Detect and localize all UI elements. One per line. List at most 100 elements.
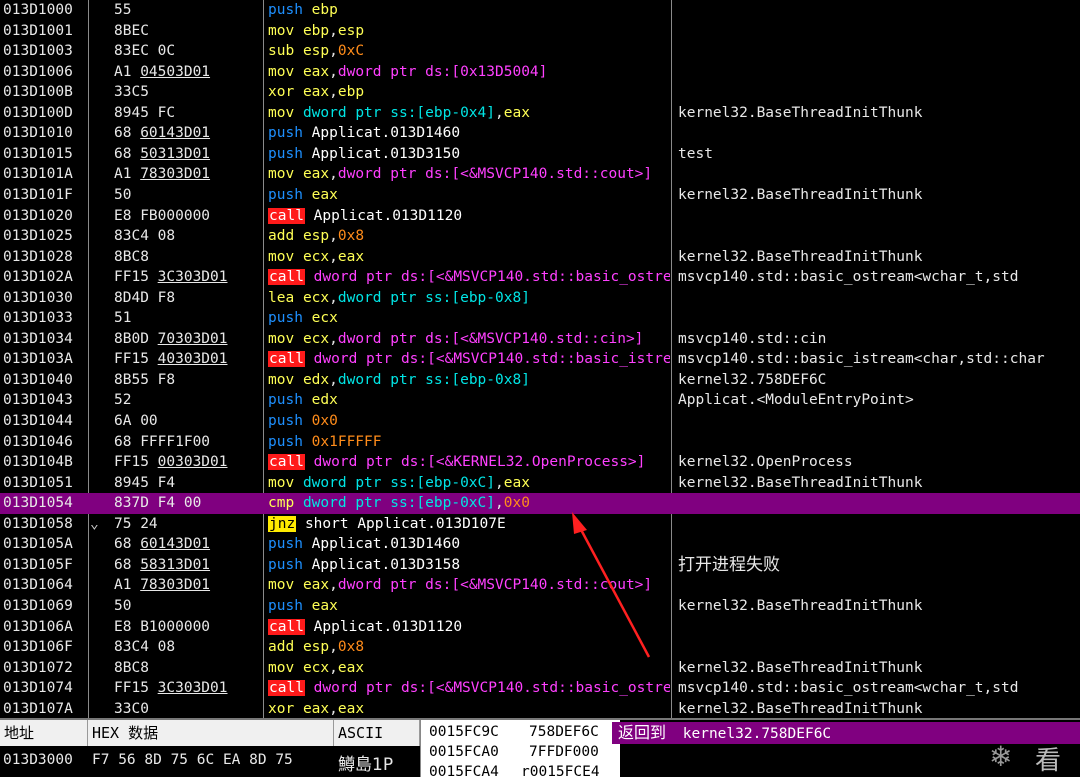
instruction-text: cmp dword ptr ss:[ebp-0xC],0x0 xyxy=(268,495,530,512)
mnemonic: push xyxy=(268,413,303,429)
instruction-address: 013D1001 xyxy=(3,22,73,39)
mnemonic: sub xyxy=(268,43,295,60)
instruction-address: 013D1064 xyxy=(3,577,73,594)
instruction-text: add esp,0x8 xyxy=(268,228,365,245)
disasm-row[interactable]: 013D1010 68 60143D01 push Applicat.013D146… xyxy=(0,123,1080,144)
dump-header-address[interactable]: 地址 xyxy=(0,720,88,746)
disasm-row[interactable]: 013D1043 52 push edx Applicat.<ModuleEntryP… xyxy=(0,390,1080,411)
instruction-text: call dword ptr ds:[<&MSVCP140.std::basic… xyxy=(268,351,670,368)
instruction-address: 013D1030 xyxy=(3,289,73,306)
disasm-row[interactable]: 013D1069 50 push eax kernel32.BaseThreadIni… xyxy=(0,596,1080,617)
instruction-bytes: 83C4 08 xyxy=(114,639,176,656)
disasm-row[interactable]: 013D1072 8BC8 mov ecx,eax kernel32.BaseThre… xyxy=(0,658,1080,679)
instruction-comment xyxy=(678,62,1080,83)
jump-marker xyxy=(90,164,108,185)
disasm-row[interactable]: 013D101F 50 push eax kernel32.BaseThreadIni… xyxy=(0,185,1080,206)
stack-row[interactable]: 0015FC9C 758DEF6C xyxy=(421,722,621,742)
instruction-text: lea ecx,dword ptr ss:[ebp-0x8] xyxy=(268,289,530,306)
instruction-text: xor eax,eax xyxy=(268,700,365,717)
jump-marker xyxy=(90,575,108,596)
instruction-comment: msvcp140.std::basic_ostream<wchar_t,std xyxy=(678,680,1019,697)
disassembly-pane[interactable]: 013D1000 55 push ebp 013D1001 8BEC mov ebp,es… xyxy=(0,0,1080,718)
dump-header-ascii[interactable]: ASCII xyxy=(334,720,420,746)
disasm-row[interactable]: 013D1028 8BC8 mov ecx,eax kernel32.BaseThre… xyxy=(0,247,1080,268)
disasm-row[interactable]: 013D1001 8BEC mov ebp,esp xyxy=(0,21,1080,42)
disasm-row[interactable]: 013D1064 A1 78303D01 mov eax,dword ptr ds:… xyxy=(0,575,1080,596)
disasm-row[interactable]: 013D1015 68 50313D01 push Applicat.013D315… xyxy=(0,144,1080,165)
disasm-row[interactable]: 013D107A 33C0 xor eax,eax kernel32.BaseThre… xyxy=(0,699,1080,718)
disasm-row[interactable]: 013D106F 83C4 08 add esp,0x8 xyxy=(0,637,1080,658)
disasm-row[interactable]: 013D101A A1 78303D01 mov eax,dword ptr ds:… xyxy=(0,164,1080,185)
disasm-row[interactable]: 013D1003 83EC 0C sub esp,0xC xyxy=(0,41,1080,62)
jump-marker xyxy=(90,534,108,555)
instruction-bytes: 51 xyxy=(114,310,132,327)
disasm-row[interactable]: 013D1044 6A 00 push 0x0 xyxy=(0,411,1080,432)
mnemonic: call xyxy=(268,454,305,471)
instruction-comment: kernel32.BaseThreadInitThunk xyxy=(678,186,923,203)
instruction-bytes: 55 xyxy=(114,2,132,18)
instruction-text: mov ebp,esp xyxy=(268,22,365,39)
jump-marker xyxy=(90,21,108,42)
disasm-row[interactable]: 013D1034 8B0D 70303D01 mov ecx,dword ptr d… xyxy=(0,329,1080,350)
disasm-row[interactable]: 013D1040 8B55 F8 mov edx,dword ptr ss:[ebp… xyxy=(0,370,1080,391)
disasm-row[interactable]: 013D1074 FF15 3C303D01 call dword ptr ds:[… xyxy=(0,678,1080,699)
instruction-comment xyxy=(678,226,1080,247)
instruction-bytes: 8D4D F8 xyxy=(114,289,176,306)
mnemonic: call xyxy=(268,618,305,635)
instruction-address: 013D1040 xyxy=(3,371,73,388)
disasm-row[interactable]: 013D104B FF15 00303D01 call dword ptr ds:[… xyxy=(0,452,1080,473)
disasm-row[interactable]: 013D102A FF15 3C303D01 call dword ptr ds:[… xyxy=(0,267,1080,288)
dump-address: 013D3000 xyxy=(3,752,73,768)
return-label: 返回到 xyxy=(618,723,667,742)
instruction-bytes: 837D F4 00 xyxy=(114,495,202,512)
instruction-text: push Applicat.013D3158 xyxy=(268,556,461,573)
instruction-comment xyxy=(678,637,1080,658)
disasm-row[interactable]: 013D1006 A1 04503D01 mov eax,dword ptr ds:… xyxy=(0,62,1080,83)
mnemonic: push xyxy=(268,145,303,162)
mnemonic: mov xyxy=(268,63,295,80)
instruction-address: 013D1006 xyxy=(3,63,73,80)
instruction-address: 013D1074 xyxy=(3,680,73,697)
mnemonic: push xyxy=(268,2,303,18)
jump-marker xyxy=(90,411,108,432)
mnemonic: mov xyxy=(268,474,295,491)
disasm-row[interactable]: 013D100D 8945 FC mov dword ptr ss:[ebp-0x4… xyxy=(0,103,1080,124)
stack-row[interactable]: 0015FCA0 7FFDF000 xyxy=(421,742,621,762)
disasm-row[interactable]: 013D1051 8945 F4 mov dword ptr ss:[ebp-0xC… xyxy=(0,473,1080,494)
dump-header-hex[interactable]: HEX 数据 xyxy=(88,720,334,746)
disasm-row[interactable]: 013D1020 E8 FB000000 call Applicat.013D112… xyxy=(0,206,1080,227)
instruction-bytes: A1 78303D01 xyxy=(114,577,211,594)
stack-row[interactable]: 0015FCA4 r0015FCE4 xyxy=(421,762,621,777)
instruction-address: 013D101F xyxy=(3,186,73,203)
instruction-text: xor eax,ebp xyxy=(268,84,365,101)
instruction-bytes: 50 xyxy=(114,186,132,203)
dump-row[interactable]: 013D3000 F7 56 8D 75 6C EA 8D 75 鱒島1P xyxy=(0,746,420,777)
jump-marker xyxy=(90,41,108,62)
disasm-row[interactable]: 013D1030 8D4D F8 lea ecx,dword ptr ss:[ebp… xyxy=(0,288,1080,309)
dump-bytes: F7 56 8D 75 6C EA 8D 75 xyxy=(92,752,293,768)
disasm-row[interactable]: 013D103A FF15 40303D01 call dword ptr ds:[… xyxy=(0,349,1080,370)
instruction-bytes: 50 xyxy=(114,597,132,614)
disasm-row[interactable]: 013D1033 51 push ecx xyxy=(0,308,1080,329)
disasm-row[interactable]: 013D105F 68 58313D01 push Applicat.013D315… xyxy=(0,555,1080,576)
instruction-text: push Applicat.013D1460 xyxy=(268,125,461,142)
jump-marker xyxy=(90,62,108,83)
stack-pane[interactable]: 0015FC9C 758DEF6C 0015FCA0 7FFDF000 0015… xyxy=(420,720,620,777)
instruction-address: 013D106A xyxy=(3,618,73,635)
instruction-address: 013D1058 xyxy=(3,515,73,532)
mnemonic: mov xyxy=(268,166,295,183)
disasm-row[interactable]: 013D100B 33C5 xor eax,ebp xyxy=(0,82,1080,103)
disasm-row[interactable]: 013D105A 68 60143D01 push Applicat.013D146… xyxy=(0,534,1080,555)
jump-marker xyxy=(90,699,108,718)
instruction-comment: kernel32.OpenProcess xyxy=(678,454,853,471)
disasm-row[interactable]: 013D106A E8 B1000000 call Applicat.013D112… xyxy=(0,617,1080,638)
disasm-row[interactable]: 013D1025 83C4 08 add esp,0x8 xyxy=(0,226,1080,247)
disasm-row[interactable]: 013D1046 68 FFFF1F00 push 0x1FFFFF xyxy=(0,432,1080,453)
disasm-row[interactable]: 013D1054 837D F4 00 cmp dword ptr ss:[ebp-… xyxy=(0,493,1080,514)
instruction-comment xyxy=(678,411,1080,432)
instruction-bytes: 52 xyxy=(114,392,132,409)
disasm-row[interactable]: 013D1000 55 push ebp xyxy=(0,0,1080,21)
instruction-address: 013D103A xyxy=(3,351,73,368)
instruction-bytes: 8BEC xyxy=(114,22,149,39)
disasm-row[interactable]: 013D1058 ⌄ 75 24 jnz short Applicat.013D107… xyxy=(0,514,1080,535)
